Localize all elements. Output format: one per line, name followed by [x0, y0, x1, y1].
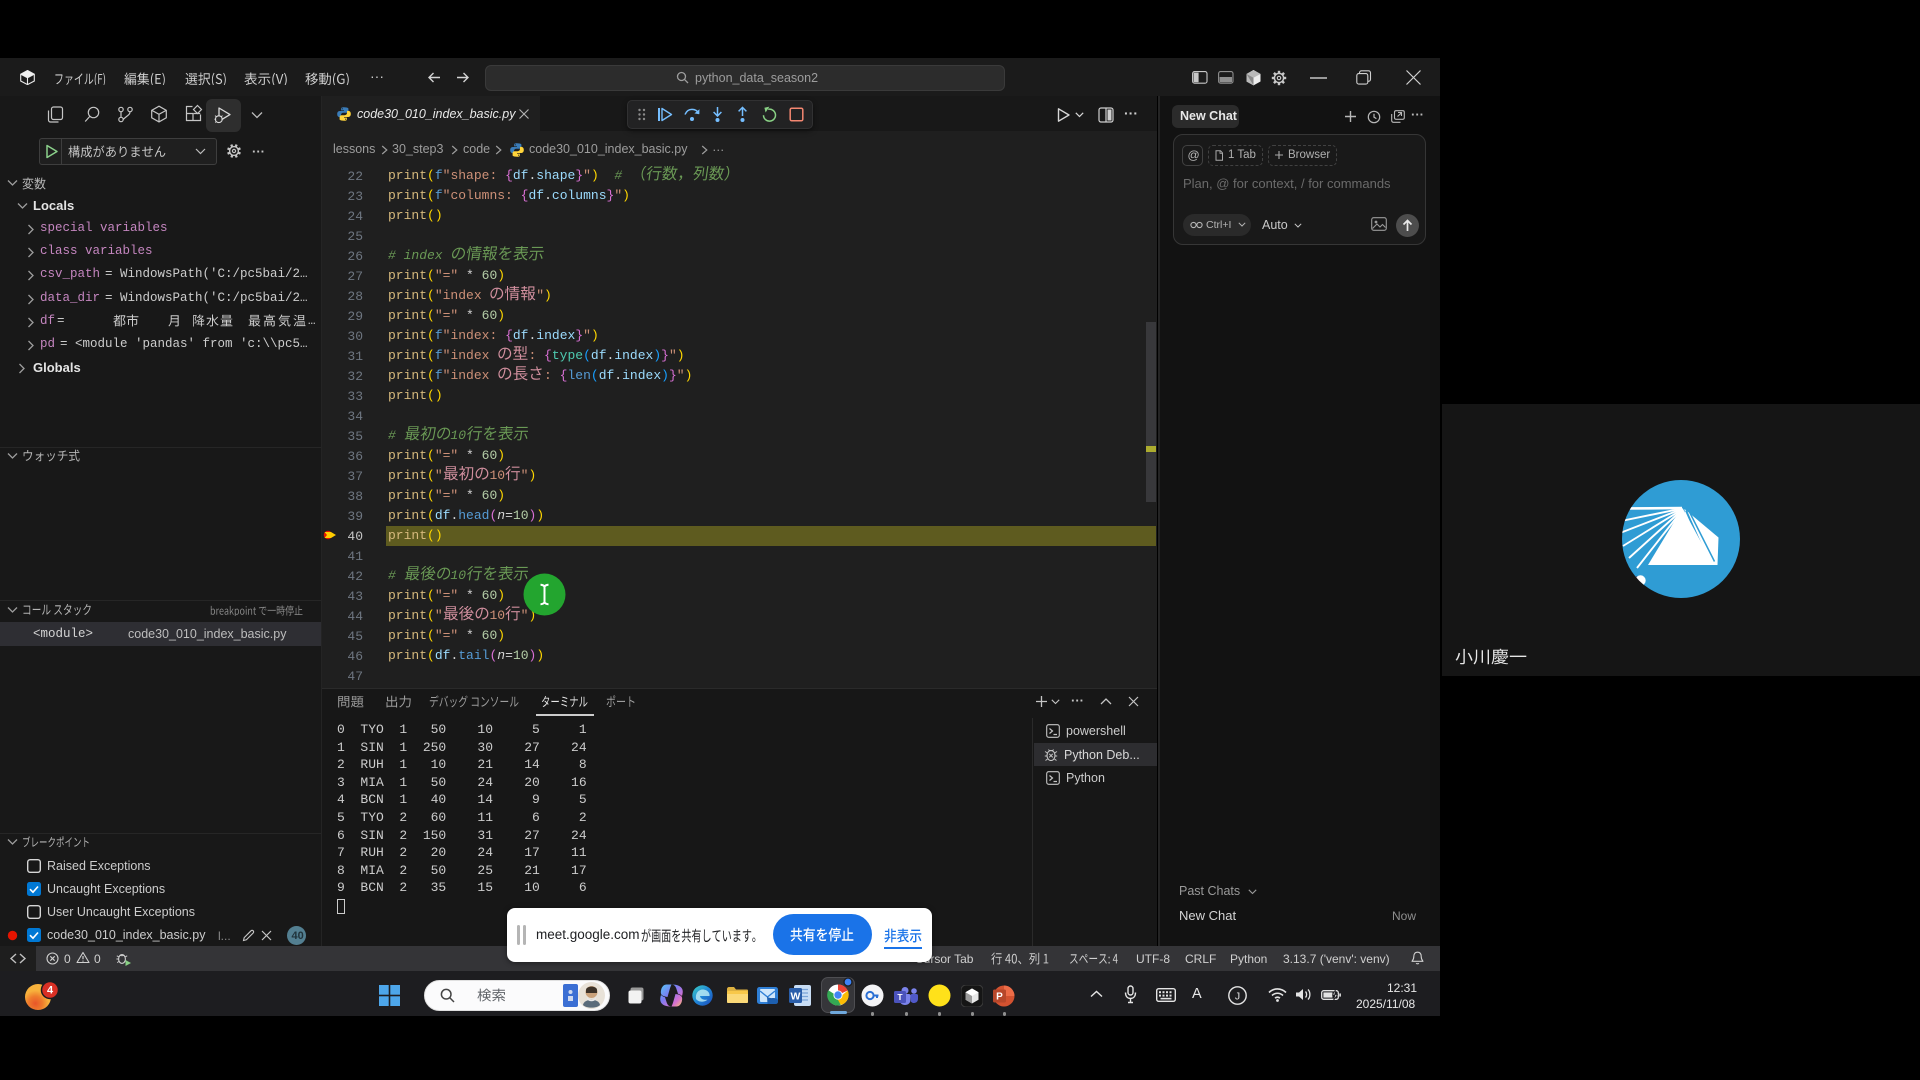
svg-text:T: T	[897, 992, 903, 1002]
svg-text:4: 4	[47, 985, 54, 997]
svg-text:J: J	[1235, 991, 1240, 1003]
svg-text:W: W	[791, 991, 801, 1003]
svg-text:P: P	[996, 992, 1003, 1003]
